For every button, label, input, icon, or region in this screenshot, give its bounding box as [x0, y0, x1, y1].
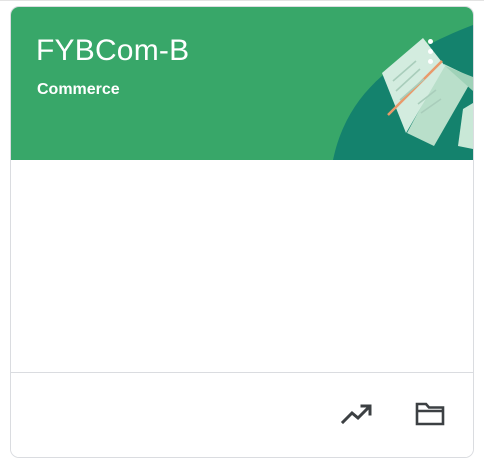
classroom-page: FYBCom-B Commerce	[0, 0, 484, 460]
card-body	[11, 160, 473, 372]
more-vert-dot	[427, 58, 433, 64]
card-footer	[11, 372, 473, 457]
class-title[interactable]: FYBCom-B	[36, 33, 189, 69]
trending-up-icon	[341, 404, 372, 425]
top-divider	[0, 0, 484, 1]
more-vert-dot	[427, 48, 433, 54]
class-section: Commerce	[37, 81, 120, 98]
folder-icon	[415, 402, 445, 426]
grades-button[interactable]	[337, 394, 377, 434]
folder-button[interactable]	[410, 394, 450, 434]
class-card[interactable]: FYBCom-B Commerce	[10, 6, 474, 458]
card-header[interactable]: FYBCom-B Commerce	[11, 7, 473, 160]
more-vert-icon[interactable]	[414, 31, 446, 71]
more-vert-dot	[427, 38, 433, 44]
